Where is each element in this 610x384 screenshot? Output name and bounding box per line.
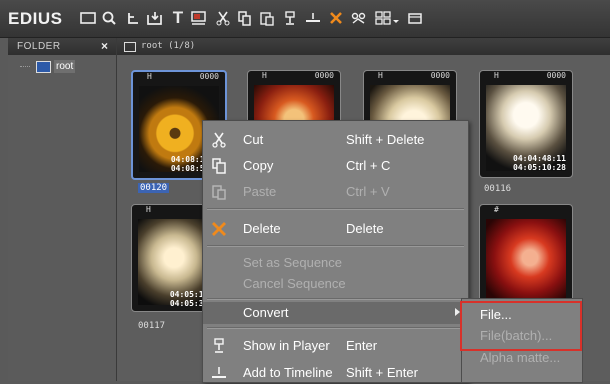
- paste-icon[interactable]: [257, 8, 277, 28]
- menu-item-paste: Paste Ctrl + V: [203, 181, 468, 203]
- bin-path: root (1/8): [141, 41, 196, 51]
- clip-type-icon: H: [146, 205, 151, 214]
- bin-icon[interactable]: [405, 8, 425, 28]
- clip-number: 0000: [199, 72, 219, 81]
- menu-item-label: Show in Player: [243, 338, 330, 353]
- highlight-box: [460, 301, 582, 351]
- menu-item-label: Set as Sequence: [243, 255, 343, 270]
- menu-item-cancel-sequence: Cancel Sequence: [203, 273, 468, 295]
- copy-icon[interactable]: [235, 8, 255, 28]
- menu-item-label: Paste: [243, 184, 277, 199]
- menu-separator: [207, 245, 464, 247]
- clip-number: 0000: [546, 71, 566, 80]
- up-folder-icon[interactable]: [123, 8, 143, 28]
- clip-number: 0000: [430, 71, 450, 80]
- clip-type-icon: #: [494, 205, 499, 214]
- search-icon[interactable]: [99, 8, 119, 28]
- show-in-player-icon[interactable]: [280, 8, 300, 28]
- menu-item-shortcut: Delete: [346, 221, 384, 236]
- add-to-folder-icon[interactable]: [145, 8, 165, 28]
- close-icon[interactable]: ×: [101, 39, 108, 53]
- clip-label[interactable]: 00120: [138, 183, 170, 193]
- dropdown-icon[interactable]: [391, 8, 401, 28]
- show-in-player-icon: [211, 338, 227, 354]
- folder-panel: [8, 38, 116, 381]
- tree-connector: [20, 66, 30, 67]
- copy-icon: [211, 158, 227, 174]
- clip-timecode-in: 04:04:48:11: [513, 154, 566, 163]
- clip-image: [486, 219, 566, 305]
- menu-item-label: Cut: [243, 132, 264, 147]
- quick-title-icon[interactable]: [189, 8, 209, 28]
- menu-separator: [207, 327, 464, 329]
- menu-item-label: Convert: [243, 305, 289, 320]
- properties-icon[interactable]: [349, 8, 369, 28]
- view-icon[interactable]: [373, 8, 393, 28]
- clip-thumbnail[interactable]: #: [479, 204, 573, 312]
- folder-panel-header: FOLDER ×: [8, 38, 116, 55]
- menu-item-set-as-sequence: Set as Sequence: [203, 252, 468, 274]
- menu-item-copy[interactable]: Copy Ctrl + C: [203, 155, 468, 177]
- add-to-timeline-icon: [211, 365, 227, 381]
- menu-item-label: Delete: [243, 221, 281, 236]
- menu-item-label: Copy: [243, 158, 274, 173]
- clip-number: 0000: [314, 71, 334, 80]
- folder-icon: [36, 61, 51, 73]
- menu-item-label: Cancel Sequence: [243, 276, 346, 291]
- menu-item-shortcut: Ctrl + V: [346, 184, 390, 199]
- toolbar: EDIUS T: [0, 0, 610, 38]
- paste-icon: [211, 184, 227, 200]
- folder-icon: [124, 42, 136, 52]
- menu-separator: [207, 208, 464, 210]
- clip-label[interactable]: 00117: [138, 321, 165, 331]
- clip-type-icon: H: [147, 72, 152, 81]
- menu-item-show-in-player[interactable]: Show in Player Enter: [203, 335, 468, 357]
- menu-item-convert[interactable]: Convert: [203, 302, 468, 324]
- new-bin-icon[interactable]: [78, 8, 98, 28]
- menu-item-shortcut: Ctrl + C: [346, 158, 391, 173]
- clip-type-icon: H: [494, 71, 499, 80]
- context-menu: Cut Shift + Delete Copy Ctrl + C Paste C…: [202, 120, 469, 383]
- app-logo: EDIUS: [8, 9, 63, 28]
- delete-icon: [211, 221, 227, 237]
- add-to-timeline-icon[interactable]: [303, 8, 323, 28]
- menu-item-delete[interactable]: Delete Delete: [203, 218, 468, 240]
- delete-icon[interactable]: [326, 8, 346, 28]
- bin-header: root (1/8): [117, 38, 610, 55]
- clip-thumbnail[interactable]: H 0000 04:04:48:11 04:05:10:28: [479, 70, 573, 178]
- clip-timecode-out: 04:05:10:28: [513, 163, 566, 172]
- folder-panel-title: FOLDER: [17, 41, 61, 52]
- clip-type-icon: H: [378, 71, 383, 80]
- menu-separator: [207, 298, 464, 300]
- clip-label[interactable]: 00116: [484, 184, 511, 194]
- tree-item-label: root: [54, 60, 76, 73]
- cut-icon: [211, 132, 227, 148]
- menu-item-shortcut: Shift + Enter: [346, 365, 418, 380]
- submenu-item-alpha-matte: Alpha matte...: [480, 350, 561, 365]
- clip-type-icon: H: [262, 71, 267, 80]
- menu-item-label: Add to Timeline: [243, 365, 333, 380]
- title-icon[interactable]: T: [168, 8, 188, 28]
- menu-item-shortcut: Shift + Delete: [346, 132, 425, 147]
- menu-item-shortcut: Enter: [346, 338, 378, 353]
- menu-item-cut[interactable]: Cut Shift + Delete: [203, 129, 468, 151]
- cut-icon[interactable]: [213, 8, 233, 28]
